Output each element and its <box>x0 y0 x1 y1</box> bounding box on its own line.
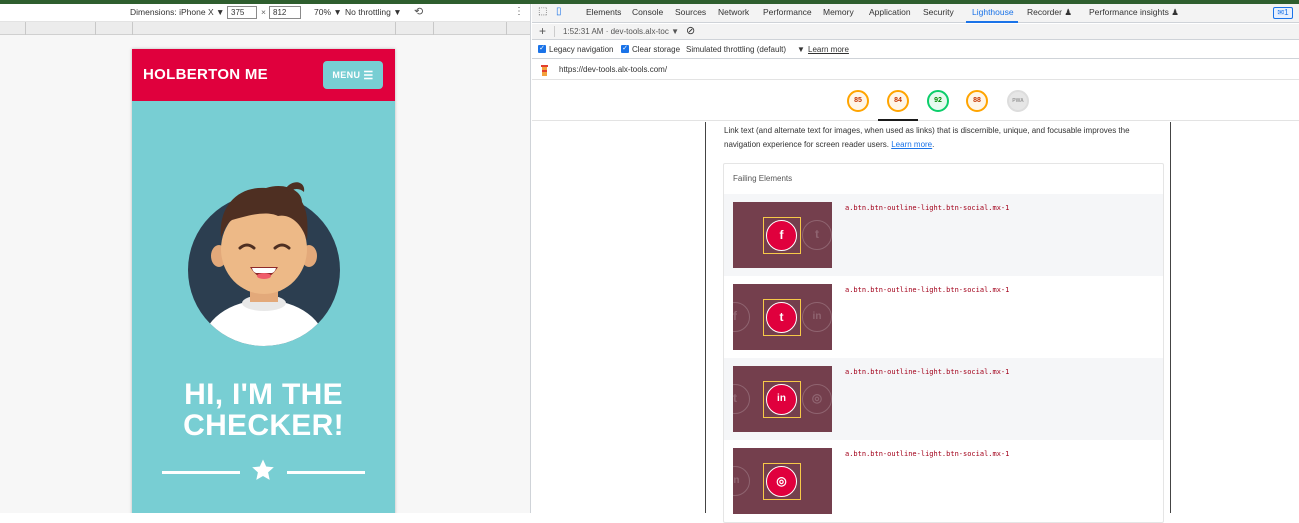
audit-learn-more-link[interactable]: Learn more <box>891 140 932 149</box>
element-selector[interactable]: a.btn.btn-outline-light.btn-social.mx-1 <box>845 204 1009 212</box>
device-toolbar: Dimensions: iPhone X ▼ 375 × 812 70% ▼ N… <box>0 4 530 22</box>
report-selector[interactable]: 1:52:31 AM · dev-tools.alx-toc ▼ <box>563 27 679 36</box>
linkedin-icon: in <box>733 466 750 496</box>
failing-elements-table: Failing Elements t f a.btn.btn-outline-l… <box>723 163 1164 523</box>
emulated-page: HOLBERTON ME MENU ☰ HI, I'M THE CHECKER! <box>132 49 395 513</box>
device-emulation-pane: Dimensions: iPhone X ▼ 375 × 812 70% ▼ N… <box>0 4 531 513</box>
element-screenshot: f in t <box>733 284 832 350</box>
tab-performance[interactable]: Performance <box>763 7 812 17</box>
width-input[interactable]: 375 <box>227 6 257 19</box>
more-options-icon[interactable]: ⋮ <box>514 6 524 17</box>
site-brand[interactable]: HOLBERTON ME <box>143 66 268 83</box>
hamburger-icon: ☰ <box>363 69 374 82</box>
throttling-dropdown-arrow[interactable]: ▼ <box>797 45 805 54</box>
element-selector[interactable]: a.btn.btn-outline-light.btn-social.mx-1 <box>845 286 1009 294</box>
divider-line-right <box>287 471 365 474</box>
media-query-ruler[interactable] <box>0 22 530 35</box>
active-tab-indicator <box>966 21 1018 23</box>
tab-performance-insights[interactable]: Performance insights ♟ <box>1089 7 1179 18</box>
issues-badge[interactable]: ✉1 <box>1273 7 1293 19</box>
twitter-icon: t <box>733 384 750 414</box>
active-score-indicator <box>878 119 918 121</box>
clear-storage-checkbox[interactable]: ✓ <box>621 45 629 53</box>
dimensions-dropdown[interactable]: Dimensions: iPhone X ▼ <box>130 7 224 17</box>
legacy-navigation-checkbox[interactable]: ✓ <box>538 45 546 53</box>
divider-line-left <box>162 471 240 474</box>
tab-security[interactable]: Security <box>923 7 954 17</box>
linkedin-icon: in <box>802 302 832 332</box>
table-row[interactable]: t f a.btn.btn-outline-light.btn-social.m… <box>724 194 1163 276</box>
table-row[interactable]: t ◎ in a.btn.btn-outline-light.btn-socia… <box>724 358 1163 440</box>
report-url-bar: https://dev-tools.alx-tools.com/ <box>532 60 1299 80</box>
height-input[interactable]: 812 <box>269 6 301 19</box>
score-best-practices[interactable]: 92 <box>927 90 949 112</box>
menu-button[interactable]: MENU ☰ <box>323 61 383 89</box>
facebook-icon: f <box>766 220 797 251</box>
learn-more-link[interactable]: Learn more <box>808 45 849 54</box>
twitter-icon: t <box>802 220 832 250</box>
experiment-icon: ♟ <box>1064 7 1072 17</box>
lighthouse-options-bar: ✓ Legacy navigation ✓ Clear storage Simu… <box>532 41 1299 59</box>
element-selector[interactable]: a.btn.btn-outline-light.btn-social.mx-1 <box>845 368 1009 376</box>
score-accessibility[interactable]: 84 <box>887 90 909 112</box>
dimension-separator: × <box>261 7 266 17</box>
inspect-element-icon[interactable]: ⬚ <box>538 6 547 17</box>
rotate-icon[interactable]: ⟲ <box>414 5 423 18</box>
audit-details: Link text (and alternate text for images… <box>705 122 1171 523</box>
avatar <box>188 182 340 346</box>
new-report-icon[interactable]: + <box>539 24 546 38</box>
element-screenshot: in ◎ <box>733 448 832 514</box>
throttling-label: Simulated throttling (default) <box>686 45 787 54</box>
hero-title: HI, I'M THE CHECKER! <box>183 378 344 442</box>
device-toggle-icon[interactable]: ▯ <box>556 6 562 17</box>
element-selector[interactable]: a.btn.btn-outline-light.btn-social.mx-1 <box>845 450 1009 458</box>
table-row[interactable]: f in t a.btn.btn-outline-light.btn-socia… <box>724 276 1163 358</box>
failing-elements-header: Failing Elements <box>733 174 793 183</box>
linkedin-icon: in <box>766 384 797 415</box>
lighthouse-toolbar: + 1:52:31 AM · dev-tools.alx-toc ▼ ⊘ <box>532 24 1299 40</box>
legacy-navigation-label: Legacy navigation <box>549 45 614 54</box>
twitter-icon: t <box>766 302 797 333</box>
toolbar-separator <box>554 26 555 37</box>
site-navbar: HOLBERTON ME MENU ☰ <box>132 49 395 101</box>
lighthouse-logo-icon <box>541 65 548 76</box>
score-performance[interactable]: 85 <box>847 90 869 112</box>
zoom-dropdown[interactable]: 70% ▼ <box>314 7 342 17</box>
star-icon <box>252 459 274 480</box>
report-url[interactable]: https://dev-tools.alx-tools.com/ <box>559 65 667 74</box>
clear-reports-icon[interactable]: ⊘ <box>686 24 695 37</box>
experiment-icon: ♟ <box>1171 7 1179 17</box>
dribbble-icon: ◎ <box>802 384 832 414</box>
throttling-dropdown[interactable]: No throttling ▼ <box>345 7 402 17</box>
tab-recorder[interactable]: Recorder ♟ <box>1027 7 1072 18</box>
tab-memory[interactable]: Memory <box>823 7 854 17</box>
score-gauges: 85 84 92 88 PWA <box>532 81 1299 121</box>
tab-elements[interactable]: Elements <box>586 7 621 17</box>
devtools-tab-bar: ⬚ ▯ Elements Console Sources Network Per… <box>532 4 1299 23</box>
facebook-icon: f <box>733 302 750 332</box>
devtools-panel: ⬚ ▯ Elements Console Sources Network Per… <box>532 4 1299 523</box>
tab-console[interactable]: Console <box>632 7 663 17</box>
clear-storage-label: Clear storage <box>632 45 681 54</box>
tab-sources[interactable]: Sources <box>675 7 706 17</box>
audit-description: Link text (and alternate text for images… <box>724 126 1130 149</box>
dribbble-icon: ◎ <box>766 466 797 497</box>
score-pwa[interactable]: PWA <box>1007 90 1029 112</box>
tab-lighthouse[interactable]: Lighthouse <box>972 7 1014 17</box>
report-scroll-area: Link text (and alternate text for images… <box>532 122 1299 523</box>
element-screenshot: t ◎ in <box>733 366 832 432</box>
tab-application[interactable]: Application <box>869 7 911 17</box>
table-row[interactable]: in ◎ a.btn.btn-outline-light.btn-social.… <box>724 440 1163 522</box>
tab-network[interactable]: Network <box>718 7 749 17</box>
score-seo[interactable]: 88 <box>966 90 988 112</box>
element-screenshot: t f <box>733 202 832 268</box>
